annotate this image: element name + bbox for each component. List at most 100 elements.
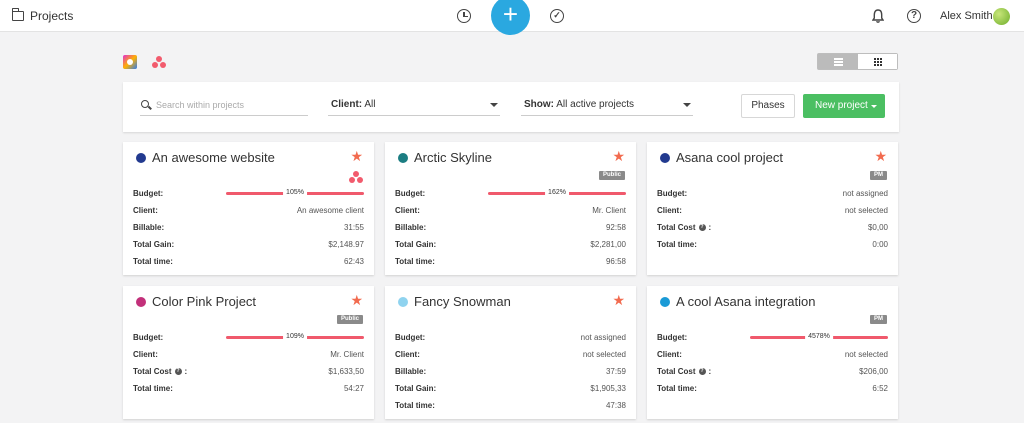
top-bar: Projects + ✓ ? Alex Smith — [0, 0, 1024, 35]
star-icon[interactable]: ★ — [612, 293, 625, 307]
stat-row: Total time: 96:58 — [395, 253, 626, 270]
star-icon[interactable]: ★ — [350, 149, 363, 163]
new-project-button[interactable]: New project — [803, 94, 885, 118]
project-name[interactable]: Color Pink Project — [152, 294, 256, 309]
project-name[interactable]: Asana cool project — [676, 150, 783, 165]
project-card[interactable]: Color Pink Project ★ Public Budget: 109% … — [123, 286, 374, 419]
stat-value: $1,905,33 — [590, 384, 626, 393]
stat-label: Billable: — [133, 223, 165, 232]
project-card[interactable]: Arctic Skyline ★ Public Budget: 162% Clie… — [385, 142, 636, 275]
star-icon[interactable]: ★ — [874, 149, 887, 163]
stat-row: Total Cost?: $206,00 — [657, 363, 888, 380]
user-name[interactable]: Alex Smith — [940, 10, 993, 22]
project-header: Arctic Skyline — [398, 150, 492, 165]
project-card[interactable]: An awesome website ★ Budget: 105% Client… — [123, 142, 374, 275]
stat-label: Client: — [133, 350, 158, 359]
project-name[interactable]: Arctic Skyline — [414, 150, 492, 165]
check-circle-icon[interactable]: ✓ — [550, 9, 564, 23]
stat-row: Client: not selected — [657, 346, 888, 363]
chevron-down-icon — [490, 103, 498, 107]
project-color-dot — [398, 296, 408, 307]
stat-label: Client: — [395, 206, 420, 215]
stat-value: Mr. Client — [592, 206, 626, 215]
project-header: A cool Asana integration — [660, 294, 816, 309]
star-icon[interactable]: ★ — [350, 293, 363, 307]
search-input[interactable]: Search within projects — [140, 97, 308, 116]
project-color-dot — [660, 152, 670, 163]
list-view-button[interactable] — [818, 54, 858, 69]
integration-logo-icon[interactable] — [123, 55, 137, 69]
stat-value: $0,00 — [867, 223, 888, 232]
project-stats: Budget: not assigned Client: not selected … — [395, 329, 626, 414]
project-card[interactable]: A cool Asana integration PM Budget: 4578… — [647, 286, 898, 419]
project-stats: Budget: 162% Client: Mr. Client Billable:… — [395, 185, 626, 270]
budget-progress-bar: 105% — [226, 188, 364, 198]
stat-value: $2,281,00 — [590, 240, 626, 249]
stat-label: Client: — [395, 350, 420, 359]
stat-row: Client: Mr. Client — [133, 346, 364, 363]
stat-value: 62:43 — [343, 257, 364, 266]
stat-label: Client: — [657, 350, 682, 359]
budget-progress-bar: 4578% — [750, 332, 888, 342]
info-icon[interactable]: ? — [698, 224, 706, 231]
stat-value: 92:58 — [605, 223, 626, 232]
stat-label: Total Gain: — [133, 240, 175, 249]
avatar[interactable] — [993, 8, 1010, 25]
client-dropdown[interactable]: Client: All — [328, 97, 500, 116]
project-stats: Budget: 109% Client: Mr. Client Total Cos… — [133, 329, 364, 397]
stat-label: Total Cost?: — [657, 367, 712, 376]
budget-percent: 105% — [283, 188, 307, 198]
stat-label: Billable: — [395, 367, 427, 376]
show-dropdown[interactable]: Show: All active projects — [521, 97, 693, 116]
stat-label: Budget: — [133, 189, 164, 198]
info-icon[interactable]: ? — [698, 368, 706, 375]
stat-label: Billable: — [395, 223, 427, 232]
stat-label: Total Cost?: — [133, 367, 188, 376]
client-label: Client: — [331, 99, 363, 110]
stat-row: Billable: 31:55 — [133, 219, 364, 236]
project-card[interactable]: Asana cool project ★ PM Budget: not assign… — [647, 142, 898, 275]
project-name[interactable]: A cool Asana integration — [676, 294, 816, 309]
add-entry-button[interactable]: + — [491, 0, 530, 35]
budget-percent: 4578% — [805, 332, 833, 342]
clock-icon[interactable] — [457, 9, 471, 23]
stat-row: Total time: 0:00 — [657, 236, 888, 253]
project-header: An awesome website — [136, 150, 275, 165]
project-color-dot — [136, 296, 146, 307]
chevron-down-icon — [683, 103, 691, 107]
stat-row: Total time: 6:52 — [657, 380, 888, 397]
project-stats: Budget: 105% Client: An awesome client Bi… — [133, 185, 364, 270]
project-name[interactable]: An awesome website — [152, 150, 275, 165]
stat-value: not selected — [844, 206, 888, 215]
stat-row: Client: not selected — [395, 346, 626, 363]
phases-button[interactable]: Phases — [741, 94, 795, 118]
info-icon[interactable]: ? — [174, 368, 182, 375]
help-icon[interactable]: ? — [907, 9, 921, 23]
project-card[interactable]: Fancy Snowman ★ Budget: not assigned Clie… — [385, 286, 636, 419]
star-icon[interactable]: ★ — [612, 149, 625, 163]
view-toggle — [817, 53, 898, 70]
stat-label: Budget: — [133, 333, 164, 342]
stat-value: $1,633,50 — [328, 367, 364, 376]
chevron-down-icon — [871, 105, 877, 108]
stat-value: $2,148.97 — [328, 240, 364, 249]
project-badge: PM — [870, 171, 887, 180]
stat-label: Total time: — [133, 257, 173, 266]
project-header: Fancy Snowman — [398, 294, 511, 309]
asana-icon[interactable] — [152, 56, 166, 68]
folder-icon — [11, 8, 24, 21]
stat-label: Client: — [657, 206, 682, 215]
client-value: All — [364, 99, 376, 110]
bell-icon[interactable] — [872, 9, 884, 23]
project-badge: Public — [336, 315, 363, 324]
grid-view-button[interactable] — [857, 54, 897, 69]
stat-row: Budget: 109% — [133, 329, 364, 346]
stat-row: Budget: 162% — [395, 185, 626, 202]
stat-label: Total time: — [395, 401, 435, 410]
stat-row: Total Gain: $2,281,00 — [395, 236, 626, 253]
stat-label: Total Gain: — [395, 384, 437, 393]
stat-value: 37:59 — [605, 367, 626, 376]
stat-value: 0:00 — [872, 240, 888, 249]
stat-label: Total time: — [657, 240, 697, 249]
project-name[interactable]: Fancy Snowman — [414, 294, 511, 309]
